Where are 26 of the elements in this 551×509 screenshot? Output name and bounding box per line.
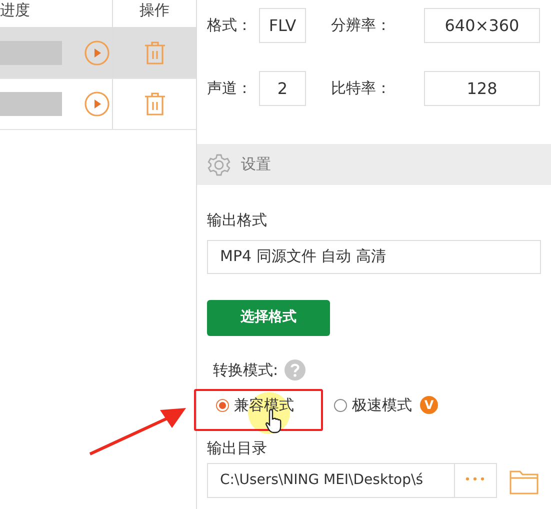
play-icon[interactable]	[84, 40, 110, 66]
mode-radio[interactable]: 兼容模式	[216, 394, 294, 416]
vip-badge: V	[420, 396, 438, 414]
progress-bar	[0, 92, 62, 116]
field-label: 声道：	[207, 78, 253, 100]
value-field: 640×360	[424, 8, 540, 43]
help-icon[interactable]	[284, 358, 306, 381]
section-title: 设置	[241, 154, 271, 176]
trash-icon[interactable]	[144, 92, 166, 116]
value-field: 2	[259, 71, 306, 106]
value-field: FLV	[259, 8, 306, 43]
field-label: 格式：	[207, 15, 253, 36]
value-field: 128	[424, 71, 540, 106]
choose-format-button[interactable]: 选择格式	[207, 300, 330, 336]
gear-icon	[207, 152, 231, 176]
play-icon[interactable]	[84, 91, 110, 117]
column-header: 操作	[138, 0, 170, 21]
field-label: 输出格式	[207, 210, 267, 231]
trash-icon[interactable]	[144, 41, 166, 65]
column-header: 进度	[0, 0, 113, 27]
field-label: 输出目录	[207, 438, 267, 458]
format-field[interactable]: MP4 同源文件 自动 高清	[207, 240, 541, 274]
field-label: 分辨率：	[331, 15, 392, 36]
field-label: 比特率：	[331, 78, 392, 100]
field-label: 转换模式:	[213, 360, 278, 380]
mode-radio[interactable]: 极速模式 V	[334, 394, 438, 416]
